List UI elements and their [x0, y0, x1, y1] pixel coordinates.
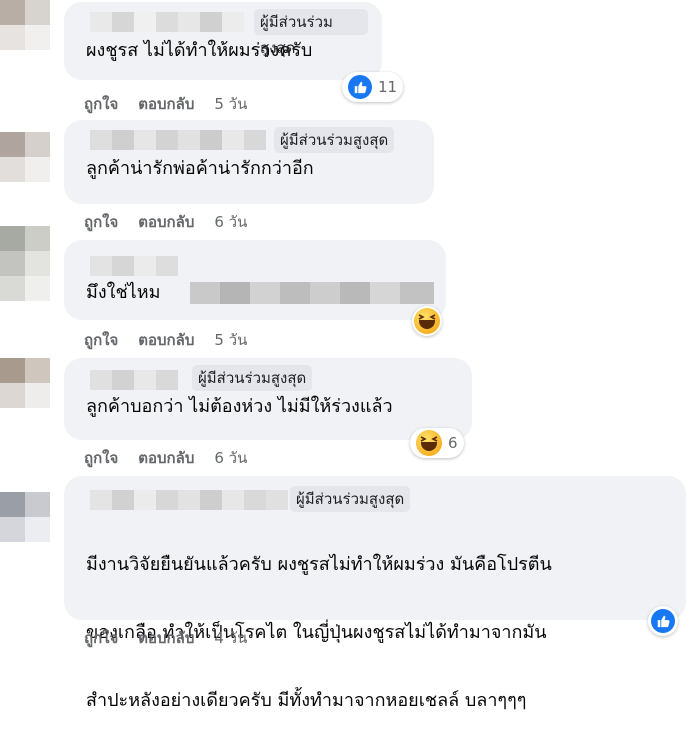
reply-button[interactable]: ตอบกลับ [138, 626, 194, 650]
avatar[interactable] [0, 358, 50, 408]
avatar[interactable] [0, 132, 50, 182]
like-button[interactable]: ถูกใจ [84, 92, 118, 116]
comment-text-line: มีงานวิจัยยืนยันแล้วครับ ผงชูรสไม่ทำให้ผ… [86, 554, 552, 575]
comment: ผู้มีส่วนร่วมสูงสุด ลูกค้าบอกว่า ไม่ต้อง… [0, 358, 700, 478]
comment: ผู้มีส่วนร่วมสูงสุด ผงชูรส ไม่ได้ทำให้ผม… [0, 0, 700, 118]
comment: ผู้มีส่วนร่วมสูงสุด ลูกค้าน่ารักพ่อค้าน่… [0, 120, 700, 238]
blurred-mention[interactable] [190, 282, 434, 304]
commenter-name-blurred[interactable] [90, 256, 180, 276]
commenter-name-blurred[interactable] [90, 370, 186, 390]
top-fan-badge: ผู้มีส่วนร่วมสูงสุด [254, 9, 368, 57]
top-fan-badge: ผู้มีส่วนร่วมสูงสุด [192, 365, 313, 391]
comment-bubble: ผู้มีส่วนร่วมสูงสุด มีงานวิจัยยืนยันแล้ว… [64, 476, 686, 711]
timestamp[interactable]: 5 วัน [214, 328, 247, 352]
timestamp[interactable]: 5 วัน [214, 92, 247, 116]
commenter-name-blurred[interactable] [90, 130, 268, 150]
comment: มึงใช่ไหม ถูกใจ ตอบกลับ 5 วัน [0, 226, 700, 358]
avatar[interactable] [0, 0, 50, 50]
top-fan-badge: ผู้มีส่วนร่วมสูงสุด [274, 127, 395, 153]
like-button[interactable]: ถูกใจ [84, 328, 118, 352]
comment-bubble: ผู้มีส่วนร่วมสูงสุด ลูกค้าน่ารักพ่อค้าน่… [64, 120, 434, 204]
comment-text: ลูกค้าน่ารักพ่อค้าน่ารักกว่าอีก [86, 158, 314, 179]
reaction-summary[interactable]: 11 [342, 72, 404, 102]
avatar[interactable] [0, 492, 50, 542]
avatar[interactable] [0, 226, 50, 301]
reply-button[interactable]: ตอบกลับ [138, 92, 194, 116]
comment-text-line: สำปะหลังอย่างเดียวครับ มีทั้งทำมาจากหอยเ… [86, 690, 527, 711]
timestamp[interactable]: 6 วัน [214, 446, 247, 470]
like-icon [348, 75, 372, 99]
reaction-summary[interactable] [648, 606, 678, 636]
reaction-summary[interactable] [412, 306, 442, 336]
like-button[interactable]: ถูกใจ [84, 446, 118, 470]
comment-text: ผงชูรส ไม่ได้ทำให้ผมร่วงครับ [86, 40, 313, 61]
reply-button[interactable]: ตอบกลับ [138, 210, 194, 234]
comment-bubble: มึงใช่ไหม [64, 240, 446, 320]
top-fan-badge: ผู้มีส่วนร่วมสูงสุด [290, 486, 411, 512]
comment-text: ลูกค้าบอกว่า ไม่ต้องห่วง ไม่มีให้ร่วงแล้… [86, 396, 393, 417]
reply-button[interactable]: ตอบกลับ [138, 446, 194, 470]
like-icon [651, 609, 675, 633]
reaction-count: 6 [448, 434, 458, 452]
commenter-name-blurred[interactable] [90, 12, 260, 32]
haha-icon [414, 308, 440, 334]
comment-bubble: ผู้มีส่วนร่วมสูงสุด ลูกค้าบอกว่า ไม่ต้อง… [64, 358, 472, 440]
timestamp[interactable]: 4 วัน [214, 626, 247, 650]
comment: ผู้มีส่วนร่วมสูงสุด มีงานวิจัยยืนยันแล้ว… [0, 476, 700, 711]
commenter-name-blurred[interactable] [90, 490, 290, 510]
timestamp[interactable]: 6 วัน [214, 210, 247, 234]
reaction-summary[interactable]: 6 [410, 428, 464, 458]
comment-bubble: ผู้มีส่วนร่วมสูงสุด ผงชูรส ไม่ได้ทำให้ผม… [64, 2, 382, 80]
reaction-count: 11 [378, 78, 398, 96]
reply-button[interactable]: ตอบกลับ [138, 328, 194, 352]
haha-icon [416, 430, 442, 456]
like-button[interactable]: ถูกใจ [84, 626, 118, 650]
like-button[interactable]: ถูกใจ [84, 210, 118, 234]
